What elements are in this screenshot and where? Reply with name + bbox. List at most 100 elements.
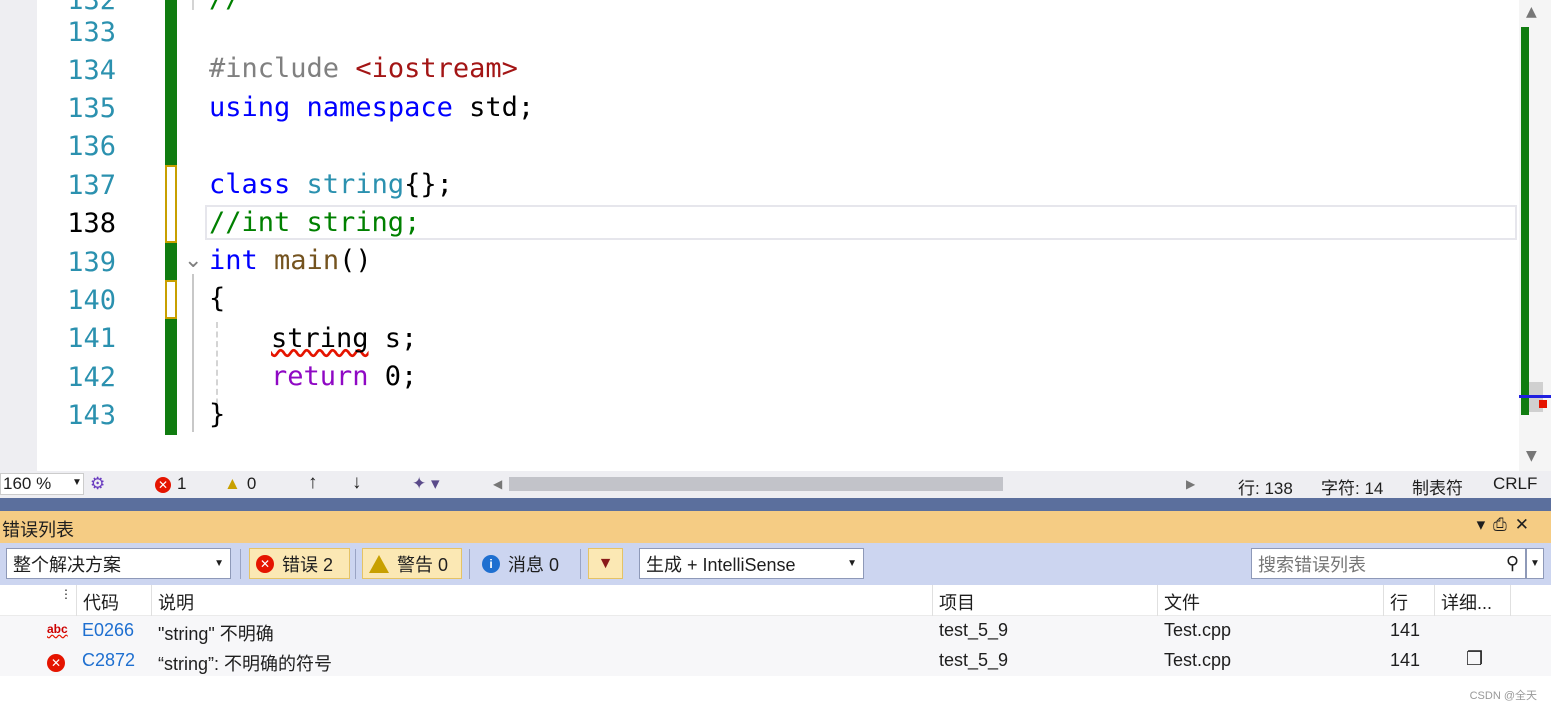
panel-controls: ▾⎙✕ xyxy=(1477,515,1537,535)
line-number: 134 xyxy=(67,55,116,86)
code-line-140: { xyxy=(209,283,226,314)
error-code-link[interactable]: E0266 xyxy=(82,620,134,641)
search-options-icon[interactable]: ▼ xyxy=(1526,548,1544,579)
code-cleanup-icon[interactable]: ✦ ▾ xyxy=(412,474,440,494)
dropdown-icon[interactable]: ▾ xyxy=(1477,515,1494,535)
error-row[interactable]: abc E0266 "string" 不明确 test_5_9 Test.cpp… xyxy=(0,616,1551,646)
error-list-title: 错误列表 xyxy=(0,511,1551,543)
warning-icon xyxy=(369,554,389,573)
include-path: <iostream> xyxy=(355,53,518,84)
code-line-132: // xyxy=(209,0,242,18)
previous-issue-icon[interactable]: ↑ xyxy=(308,472,318,494)
indent-mode[interactable]: 制表符 xyxy=(1412,474,1463,499)
keyword: using xyxy=(209,92,291,123)
search-input[interactable]: 搜索错误列表 ⚲ xyxy=(1251,548,1526,579)
health-icon[interactable]: ⚙ xyxy=(90,474,105,494)
column-header-project[interactable]: 项目 xyxy=(932,585,1157,616)
warnings-filter-button[interactable]: 警告 0 xyxy=(362,548,462,579)
next-issue-icon[interactable]: ↓ xyxy=(352,472,362,494)
scrollbar-change-map xyxy=(1521,27,1529,415)
warning-count-value: 0 xyxy=(246,474,257,493)
warning-count[interactable]: ▲ 0 xyxy=(224,474,256,494)
search-placeholder: 搜索错误列表 xyxy=(1258,554,1366,575)
line-number: 137 xyxy=(67,170,116,201)
source-dropdown[interactable]: 生成 + IntelliSense ▼ xyxy=(639,548,864,579)
warning-icon: ▲ xyxy=(224,474,241,493)
line-number: 143 xyxy=(67,400,116,431)
separator xyxy=(580,549,581,579)
sort-icon[interactable]: ⋮ xyxy=(38,585,76,616)
change-marker-saved xyxy=(165,243,177,280)
search-icon[interactable]: ⚲ xyxy=(1506,553,1519,574)
scope-dropdown[interactable]: 整个解决方案 ▼ xyxy=(6,548,231,579)
keyword: namespace xyxy=(306,92,453,123)
code-line-134: #include <iostream> xyxy=(209,50,518,88)
code-text: std; xyxy=(452,92,535,123)
line-number-current: 138 xyxy=(67,208,116,239)
error-code-link[interactable]: C2872 xyxy=(82,650,135,671)
keyword: int xyxy=(209,245,258,276)
scrollbar-error-marker xyxy=(1539,400,1547,408)
change-marker-saved xyxy=(165,0,177,165)
scroll-left-icon[interactable]: ◀ xyxy=(493,477,502,491)
error-row[interactable]: ✕ C2872 “string”: 不明确的符号 test_5_9 Test.c… xyxy=(0,646,1551,676)
code-editor[interactable]: 132 133 134 135 136 137 138 139 140 141 … xyxy=(0,0,1551,471)
line-ending[interactable]: CRLF xyxy=(1493,474,1537,494)
error-count[interactable]: ✕ 1 xyxy=(155,474,186,494)
separator xyxy=(240,549,241,579)
line-number: 140 xyxy=(67,285,116,316)
messages-filter-button[interactable]: i 消息 0 xyxy=(476,548,576,579)
caret-line[interactable]: 行: 138 xyxy=(1238,474,1293,499)
change-marker-saved xyxy=(165,319,177,435)
intellisense-error-icon: abc xyxy=(47,622,68,636)
pin-icon[interactable]: ⎙ xyxy=(1493,515,1515,535)
column-header-line[interactable]: 行 xyxy=(1383,585,1434,616)
column-header-code[interactable]: 代码 xyxy=(76,585,151,616)
error-description: "string" 不明确 xyxy=(158,624,274,644)
panel-splitter[interactable] xyxy=(0,498,1551,511)
scroll-down-icon[interactable]: ▼ xyxy=(1526,448,1537,464)
code-line-141: string s; xyxy=(271,320,417,358)
line-number: 133 xyxy=(67,17,116,48)
scroll-up-icon[interactable]: ▲ xyxy=(1526,4,1537,20)
scroll-right-icon[interactable]: ▶ xyxy=(1186,477,1195,491)
horizontal-scroll-thumb[interactable] xyxy=(509,477,1003,491)
errors-filter-label: 错误 2 xyxy=(282,554,334,575)
error-count-value: 1 xyxy=(177,474,187,493)
detail-link-icon[interactable]: ❐ xyxy=(1466,648,1483,671)
line-number: 139 xyxy=(67,247,116,278)
error-line: 141 xyxy=(1390,620,1421,640)
code-text: 0; xyxy=(368,361,418,392)
column-header-description[interactable]: 说明 xyxy=(151,585,932,616)
error-squiggle-token[interactable]: string xyxy=(271,323,369,354)
error-list-header: ⋮ 代码 说明 项目 文件 行 详细... xyxy=(0,585,1551,616)
class-name: string xyxy=(306,169,405,200)
caret-char[interactable]: 字符: 14 xyxy=(1321,474,1383,499)
error-file: Test.cpp xyxy=(1164,650,1232,670)
errors-filter-button[interactable]: ✕ 错误 2 xyxy=(249,548,350,579)
fold-guide xyxy=(192,274,194,432)
source-value: 生成 + IntelliSense xyxy=(646,554,796,575)
column-header-file[interactable]: 文件 xyxy=(1157,585,1383,616)
error-icon: ✕ xyxy=(256,554,274,573)
editor-margin xyxy=(0,0,37,471)
column-header-detail[interactable]: 详细... xyxy=(1434,585,1510,616)
separator xyxy=(355,549,356,579)
filter-icon[interactable]: ▼ xyxy=(588,548,623,579)
collapse-chevron-icon[interactable]: ⌄ xyxy=(184,248,202,273)
code-text: s; xyxy=(368,323,418,354)
editor-status-bar: 160 % ▼ ⚙ ✕ 1 ▲ 0 ↑ ↓ ✦ ▾ ◀ ▶ 行: 138 字符: 1… xyxy=(0,471,1551,498)
messages-filter-label: 消息 0 xyxy=(508,554,560,575)
info-icon: i xyxy=(482,554,500,573)
code-line-143: } xyxy=(209,399,226,430)
warnings-filter-label: 警告 0 xyxy=(397,554,449,575)
change-marker-unsaved xyxy=(165,280,177,319)
watermark: CSDN @全天 xyxy=(1469,690,1537,702)
fold-guide xyxy=(192,0,194,10)
line-number: 136 xyxy=(67,131,116,162)
code-line-137: class string{}; xyxy=(209,166,453,204)
function-name: main xyxy=(274,245,340,276)
close-icon[interactable]: ✕ xyxy=(1515,515,1537,535)
error-line: 141 xyxy=(1390,650,1421,670)
chevron-down-icon[interactable]: ▼ xyxy=(72,477,82,488)
